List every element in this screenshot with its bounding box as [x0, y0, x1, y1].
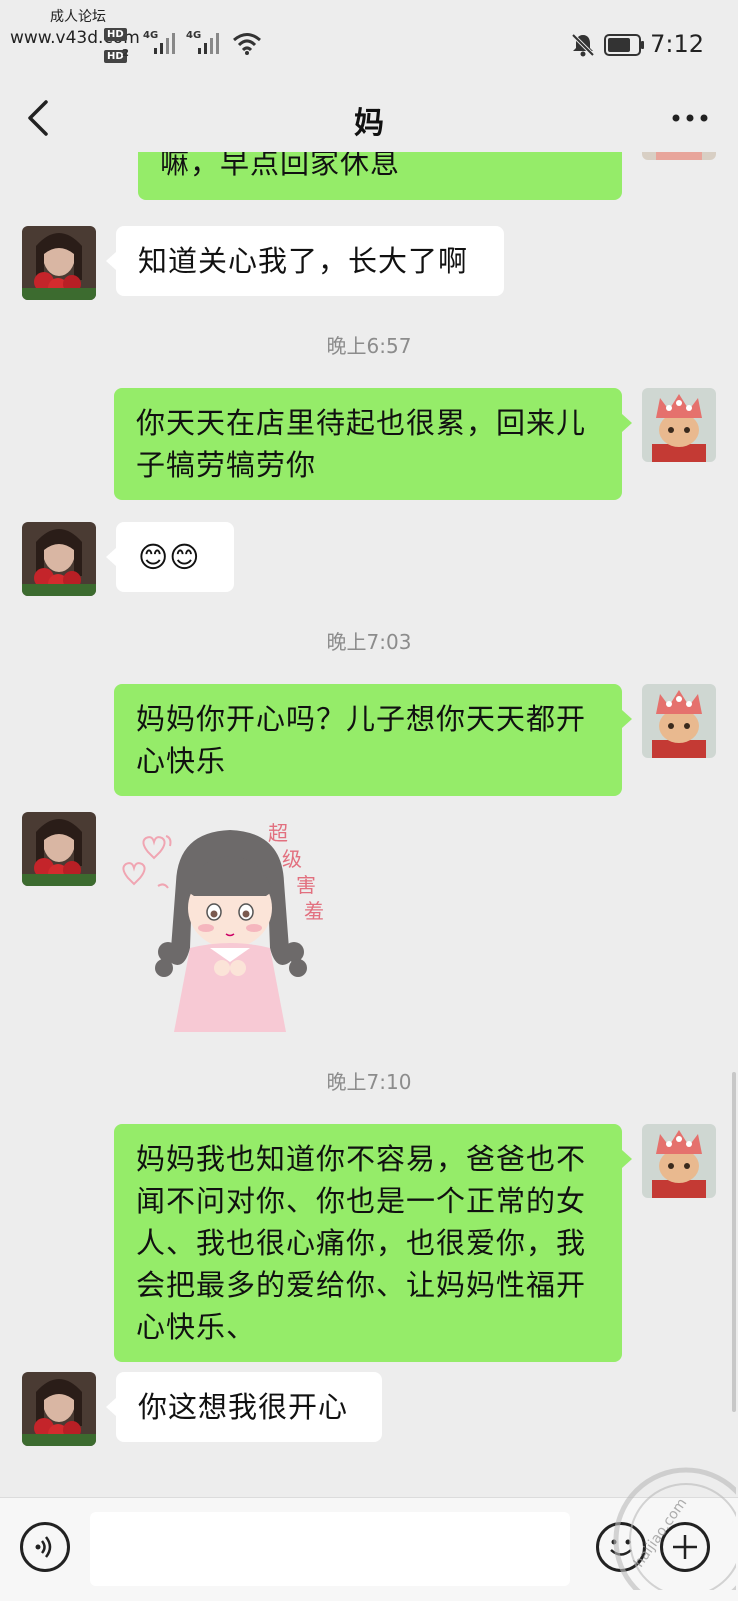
signal-icon — [154, 33, 175, 54]
avatar-me[interactable] — [642, 1124, 716, 1198]
chat-title: 妈 — [354, 106, 384, 141]
avatar-mom[interactable] — [22, 1372, 96, 1446]
avatar-me[interactable] — [642, 152, 716, 160]
avatar-me[interactable] — [642, 684, 716, 758]
mute-icon — [571, 33, 595, 57]
sim-number-1: 2 — [122, 48, 129, 59]
message-bubble-sent[interactable]: 妈妈我也知道你不容易，爸爸也不闻不问对你、你也是一个正常的女人、我也很心痛你，也… — [114, 1124, 622, 1362]
voice-button[interactable] — [20, 1522, 70, 1572]
hd-badge-1: HD — [104, 28, 127, 41]
sticker-text-ji: 级 — [282, 847, 302, 871]
message-text: 妈妈你开心吗？儿子想你天天都开心快乐 — [136, 702, 587, 778]
message-text: 知道关心我了，长大了啊 — [138, 244, 469, 278]
sticker-text-hai: 害 — [296, 873, 316, 897]
chat-area[interactable]: 嘛，早点回家休息 知道关心我了，长大了啊 晚上6:57 你天天在店里待起也很累，… — [0, 152, 738, 1497]
wifi-icon — [233, 33, 261, 55]
emoji-icon — [610, 1539, 632, 1556]
avatar-me[interactable] — [642, 388, 716, 462]
message-bubble-received[interactable]: 你这想我很开心 — [116, 1372, 382, 1442]
message-text: 妈妈我也知道你不容易，爸爸也不闻不问对你、你也是一个正常的女人、我也很心痛你，也… — [136, 1142, 587, 1344]
message-bubble-sent[interactable]: 嘛，早点回家休息 — [138, 152, 622, 200]
message-text: 嘛，早点回家休息 — [160, 152, 401, 180]
message-bubble-received[interactable]: 知道关心我了，长大了啊 — [116, 226, 504, 296]
status-bar: 成人论坛 www.v43d.com HD HD 2 4G 4G 7:12 — [0, 0, 738, 88]
avatar-mom[interactable] — [22, 812, 96, 886]
watermark-top-text: 成人论坛 — [50, 9, 106, 25]
signal-icon-2 — [198, 33, 219, 54]
voice-icon — [35, 1536, 52, 1558]
emoji-button[interactable] — [596, 1522, 646, 1572]
sticker-text-xiu: 羞 — [304, 899, 324, 923]
message-bubble-sent[interactable]: 你天天在店里待起也很累，回来儿子犒劳犒劳你 — [114, 388, 622, 500]
message-input[interactable] — [90, 1512, 570, 1586]
scrollbar[interactable] — [732, 1072, 736, 1412]
input-bar — [0, 1497, 738, 1601]
timestamp: 晚上7:03 — [326, 630, 412, 654]
message-text: 😊😊 — [138, 540, 201, 574]
avatar-mom[interactable] — [22, 226, 96, 300]
chat-header: 妈 — [0, 88, 738, 152]
battery-icon — [604, 34, 644, 56]
message-bubble-sent[interactable]: 妈妈你开心吗？儿子想你天天都开心快乐 — [114, 684, 622, 796]
timestamp: 晚上7:10 — [326, 1070, 412, 1094]
plus-icon — [673, 1535, 697, 1559]
sticker-text-chao: 超 — [268, 821, 288, 845]
timestamp: 晚上6:57 — [326, 334, 412, 358]
message-text: 你天天在店里待起也很累，回来儿子犒劳犒劳你 — [136, 406, 587, 482]
avatar-mom[interactable] — [22, 522, 96, 596]
message-text: 你这想我很开心 — [138, 1390, 349, 1424]
message-bubble-received[interactable]: 😊😊 — [116, 522, 234, 592]
more-dots-icon[interactable] — [666, 96, 714, 140]
status-time: 7:12 — [650, 30, 704, 58]
sticker-shy-girl[interactable]: 超 级 害 羞 — [118, 812, 348, 1042]
plus-button[interactable] — [660, 1522, 710, 1572]
